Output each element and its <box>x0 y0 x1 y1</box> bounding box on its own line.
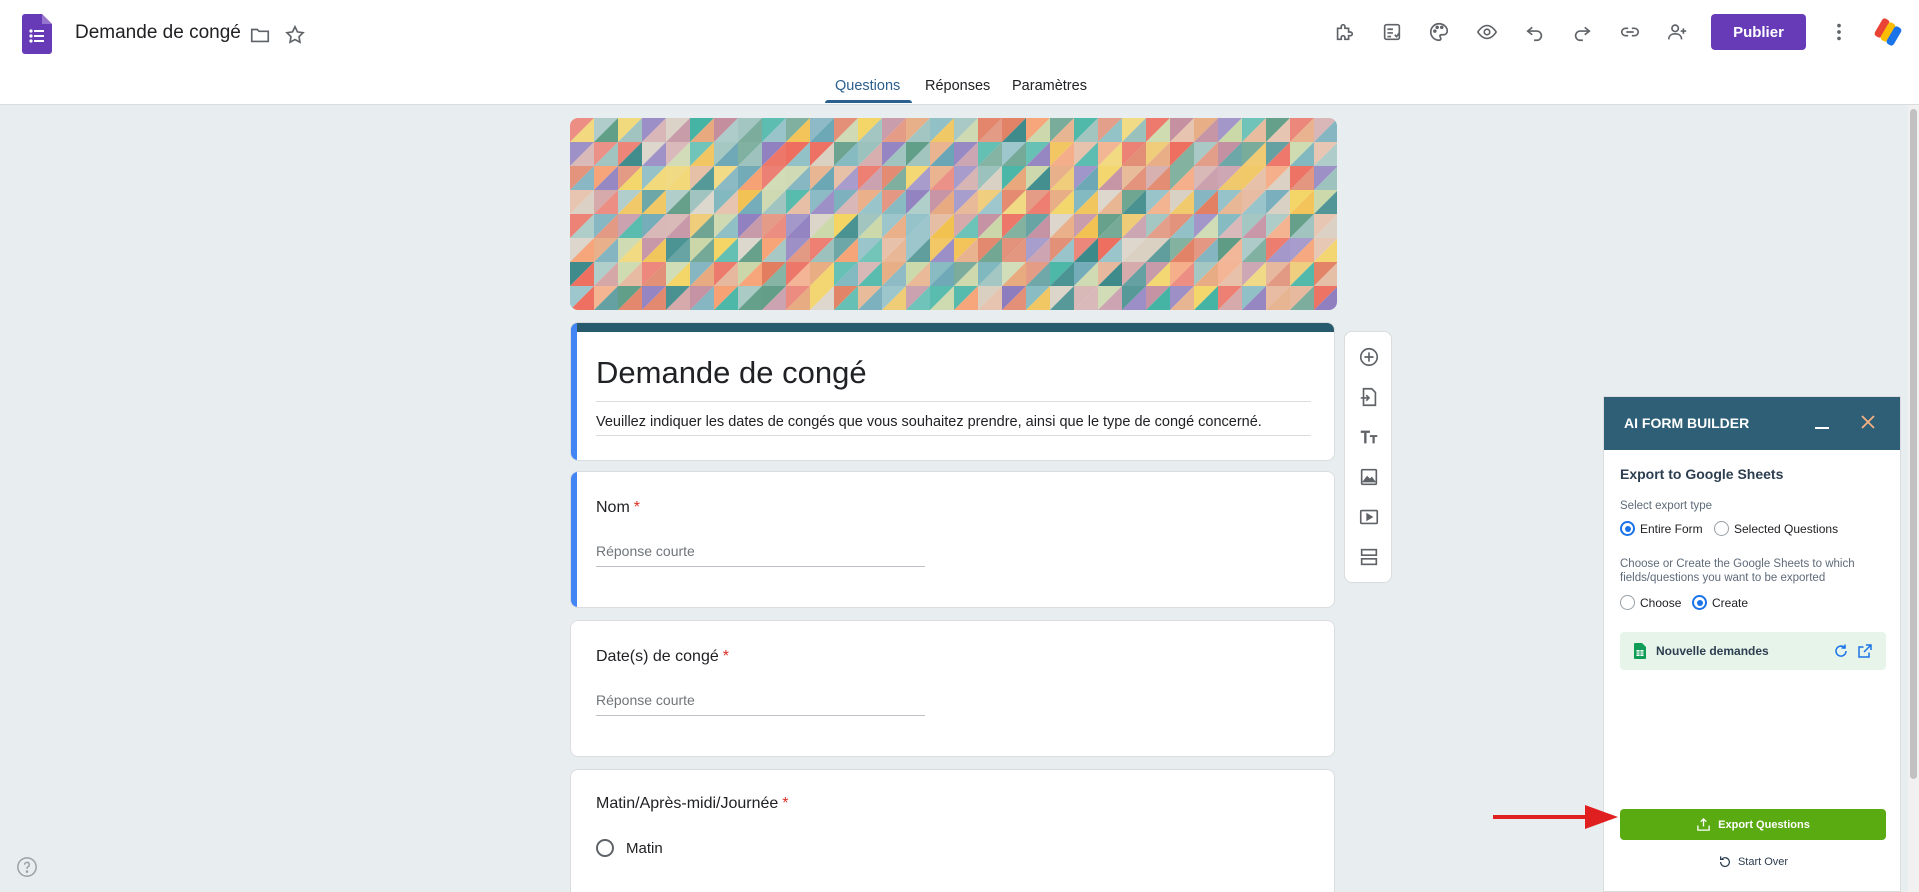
publish-button[interactable]: Publier <box>1711 14 1806 50</box>
floating-question-toolbar <box>1344 331 1392 583</box>
link-icon[interactable] <box>1615 17 1645 47</box>
question-title: Matin/Après-midi/Journée * <box>596 795 789 812</box>
open-external-icon[interactable] <box>1857 643 1873 659</box>
tab-settings[interactable]: Paramètres <box>1012 78 1087 94</box>
annotation-arrow-icon <box>1493 805 1618 829</box>
export-type-label: Select export type <box>1620 500 1713 512</box>
scrollbar-thumb[interactable] <box>1910 109 1917 779</box>
add-question-icon[interactable] <box>1356 344 1382 370</box>
radio-option-matin[interactable] <box>596 839 614 857</box>
short-answer-underline <box>596 715 925 716</box>
active-tab-indicator <box>825 100 912 103</box>
short-answer-underline <box>596 566 925 567</box>
radio-create-label[interactable]: Create <box>1712 596 1748 610</box>
form-title-card[interactable]: Demande de congé Veuillez indiquer les d… <box>570 322 1335 461</box>
quiz-checklist-icon[interactable] <box>1377 17 1407 47</box>
add-collaborator-icon[interactable] <box>1662 17 1692 47</box>
tab-questions[interactable]: Questions <box>835 78 900 94</box>
extension-logo-icon[interactable] <box>1872 16 1902 48</box>
form-tabs: Questions Réponses Paramètres <box>0 68 1919 105</box>
required-asterisk: * <box>782 795 789 812</box>
palette-icon[interactable] <box>1424 17 1454 47</box>
panel-header: AI FORM BUILDER <box>1604 397 1900 450</box>
add-video-icon[interactable] <box>1356 504 1382 530</box>
close-icon[interactable] <box>1858 412 1878 432</box>
document-title[interactable]: Demande de congé <box>75 22 241 44</box>
add-image-icon[interactable] <box>1356 464 1382 490</box>
description-underline <box>596 435 1311 436</box>
minimize-icon[interactable] <box>1812 413 1832 433</box>
star-icon[interactable] <box>280 20 310 50</box>
redo-icon[interactable] <box>1567 17 1597 47</box>
radio-entire-form[interactable] <box>1620 521 1635 536</box>
export-questions-button[interactable]: Export Questions <box>1620 809 1886 840</box>
radio-option-label: Matin <box>626 840 663 857</box>
start-over-button[interactable]: Start Over <box>1620 850 1886 874</box>
header-banner-image <box>570 118 1337 310</box>
panel-title: AI FORM BUILDER <box>1624 415 1750 431</box>
radio-entire-form-label[interactable]: Entire Form <box>1640 522 1703 536</box>
radio-selected-questions[interactable] <box>1714 521 1729 536</box>
google-sheets-icon <box>1634 643 1646 659</box>
selected-sheet-row: Nouvelle demandes <box>1620 632 1886 670</box>
short-answer-placeholder: Réponse courte <box>596 543 695 559</box>
refresh-icon[interactable] <box>1833 643 1849 659</box>
question-card-nom[interactable]: Nom * Réponse courte <box>570 471 1335 608</box>
theme-color-strip <box>571 323 1334 332</box>
form-title[interactable]: Demande de congé <box>596 355 867 391</box>
top-bar: Demande de congé Publier <box>0 0 1919 68</box>
question-card-dates[interactable]: Date(s) de congé * Réponse courte <box>570 620 1335 757</box>
radio-selected-questions-label[interactable]: Selected Questions <box>1734 522 1838 536</box>
google-forms-logo-icon[interactable] <box>22 14 52 54</box>
panel-heading: Export to Google Sheets <box>1620 466 1784 482</box>
export-button-label: Export Questions <box>1718 818 1810 831</box>
import-questions-icon[interactable] <box>1356 384 1382 410</box>
reset-icon <box>1719 856 1730 868</box>
question-card-period[interactable]: Matin/Après-midi/Journée * Matin <box>570 769 1335 892</box>
question-title: Nom * <box>596 499 641 516</box>
sheet-name: Nouvelle demandes <box>1656 644 1769 658</box>
required-asterisk: * <box>722 648 729 665</box>
radio-create[interactable] <box>1692 595 1707 610</box>
more-options-icon[interactable] <box>1824 17 1854 47</box>
start-over-label: Start Over <box>1737 856 1789 868</box>
required-asterisk: * <box>633 499 641 516</box>
selected-card-indicator <box>571 323 577 460</box>
undo-icon[interactable] <box>1520 17 1550 47</box>
question-title: Date(s) de congé * <box>596 648 729 665</box>
ai-form-builder-panel: AI FORM BUILDER Export to Google Sheets … <box>1603 396 1901 892</box>
upload-icon <box>1697 817 1710 831</box>
preview-eye-icon[interactable] <box>1472 17 1502 47</box>
page-scrollbar[interactable] <box>1908 105 1919 892</box>
sheet-instruction: Choose or Create the Google Sheets to wh… <box>1620 558 1855 584</box>
help-icon[interactable] <box>16 856 38 878</box>
tab-responses[interactable]: Réponses <box>925 78 990 94</box>
folder-icon[interactable] <box>245 20 275 50</box>
short-answer-placeholder: Réponse courte <box>596 692 695 708</box>
radio-choose[interactable] <box>1620 595 1635 610</box>
question-indicator <box>571 472 577 607</box>
title-underline <box>596 401 1311 402</box>
radio-choose-label[interactable]: Choose <box>1640 596 1681 610</box>
form-description[interactable]: Veuillez indiquer les dates de congés qu… <box>596 414 1262 430</box>
add-title-text-icon[interactable] <box>1356 424 1382 450</box>
add-section-icon[interactable] <box>1356 544 1382 570</box>
addons-puzzle-icon[interactable] <box>1329 17 1359 47</box>
